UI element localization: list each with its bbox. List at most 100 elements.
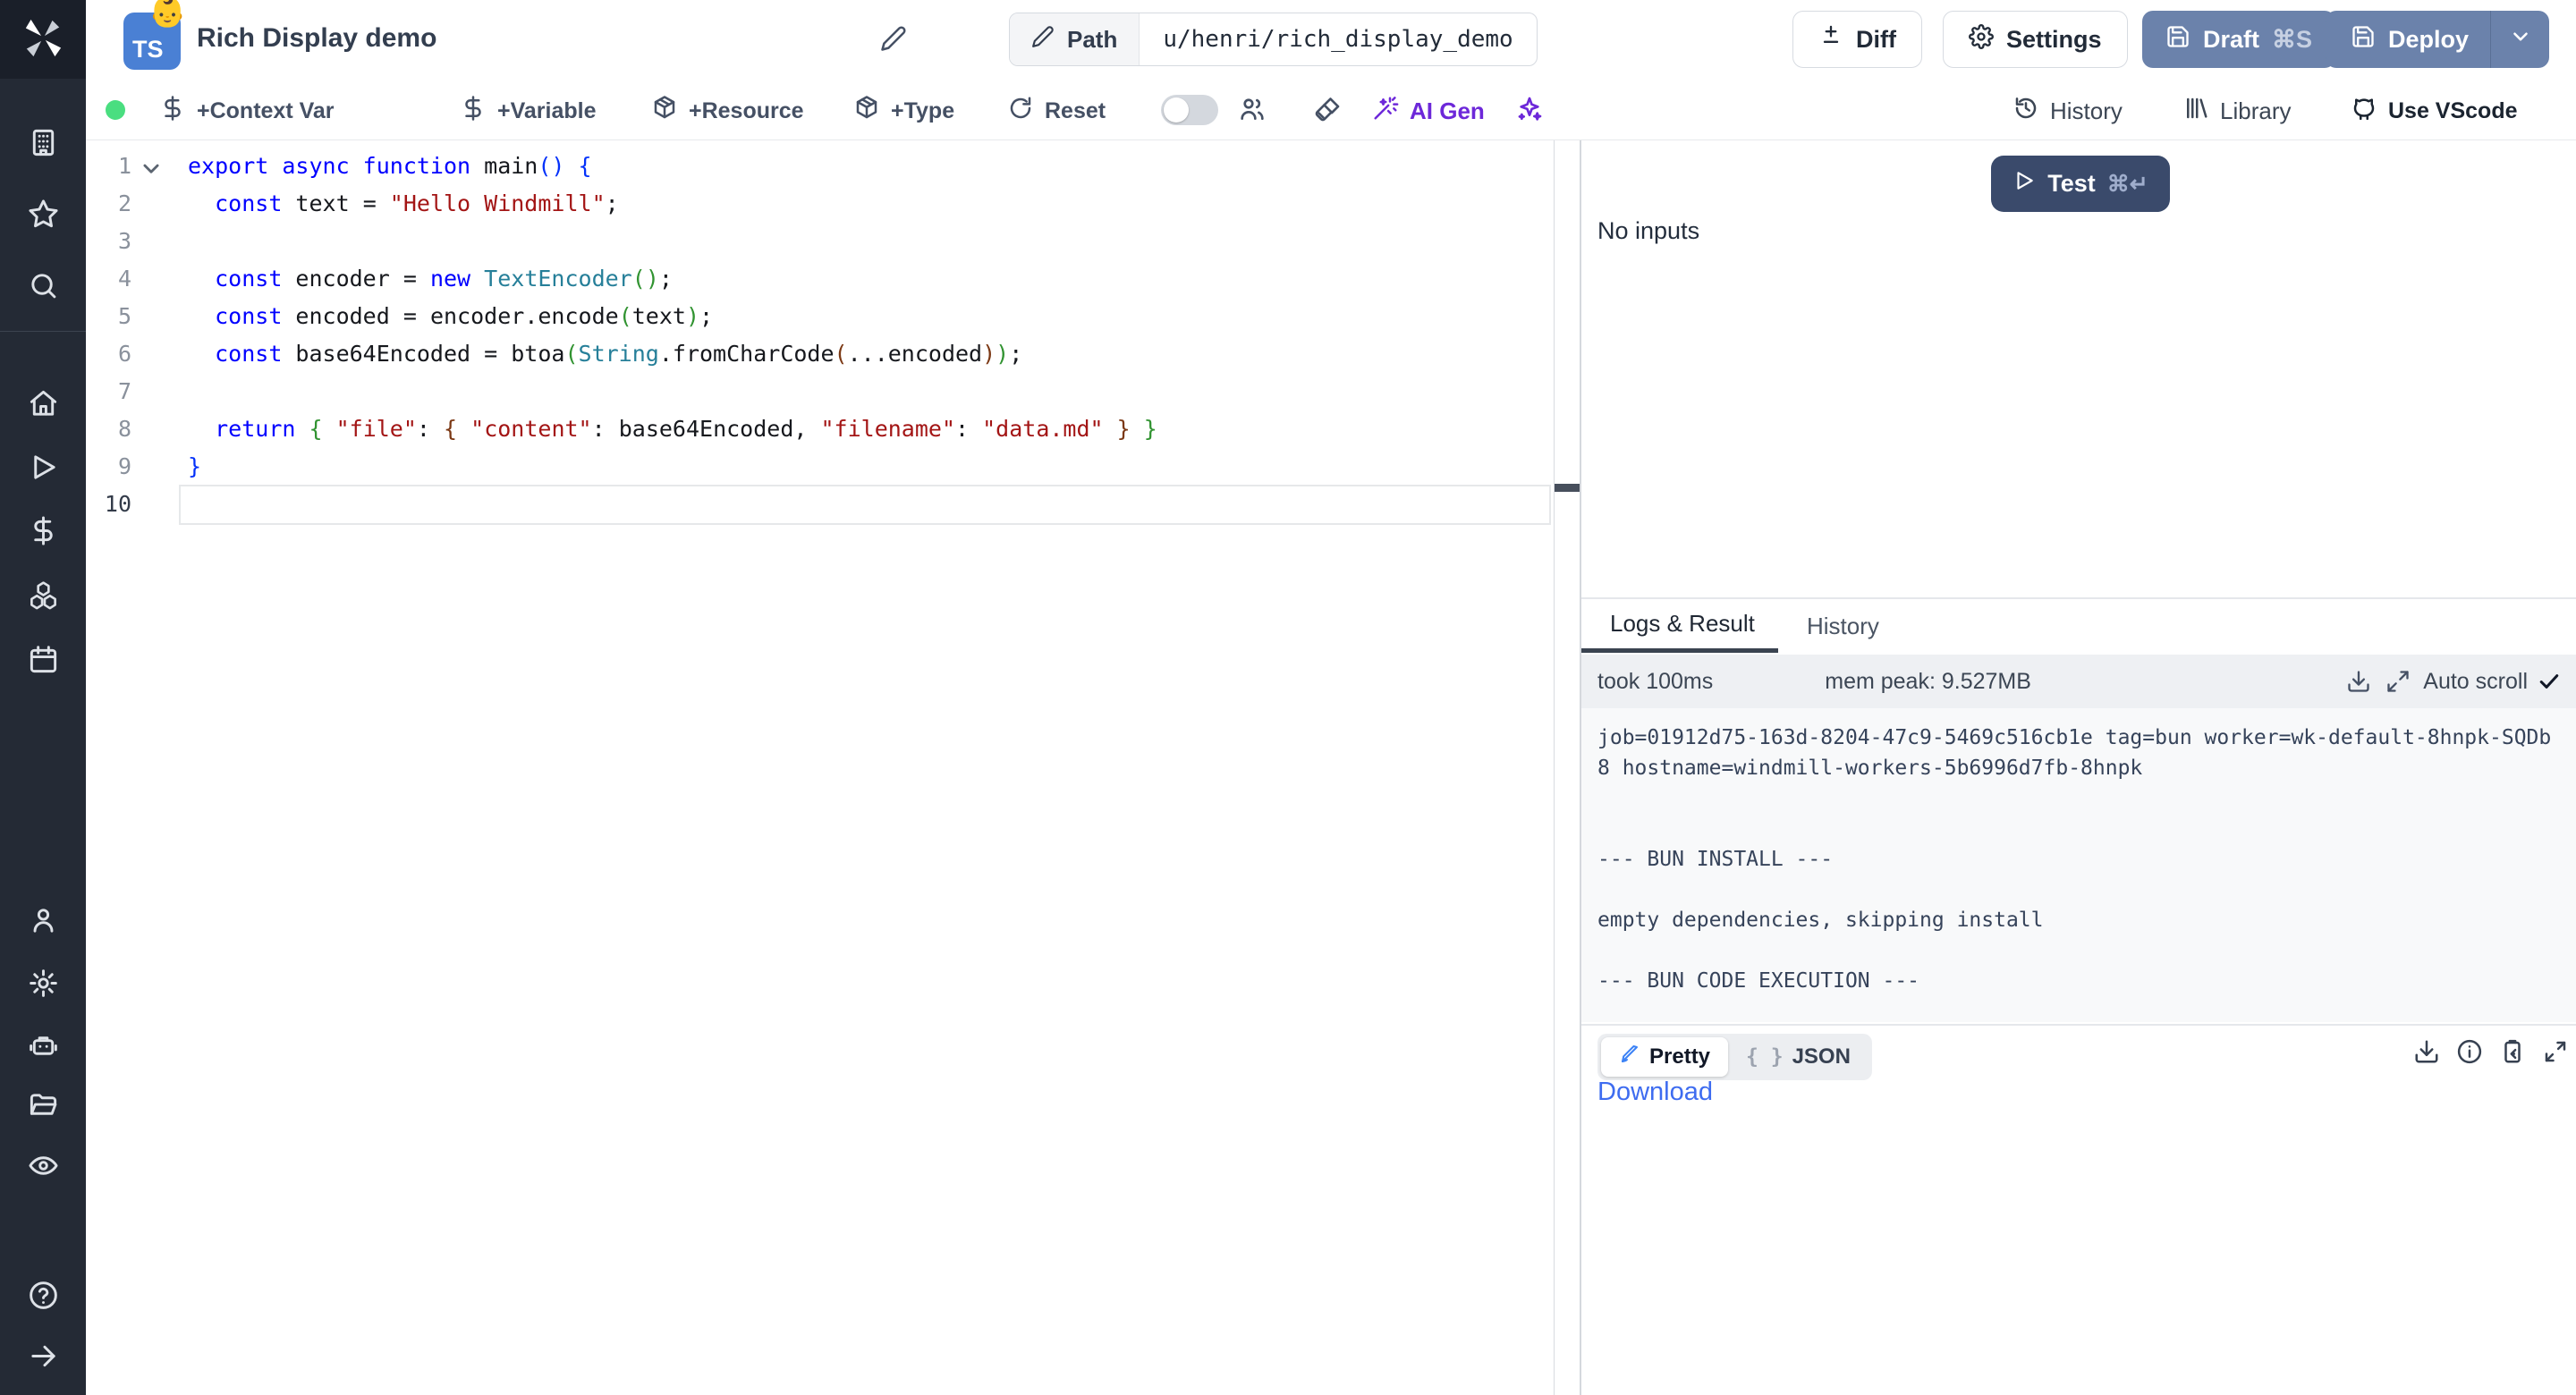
diff-mode-toggle[interactable]	[1161, 95, 1218, 125]
save-icon	[2165, 24, 2190, 55]
ai-gen-button[interactable]: AI Gen	[1372, 95, 1485, 128]
sidebar-item-expand[interactable]	[0, 1333, 86, 1383]
library-label: Library	[2220, 97, 2291, 125]
json-tab[interactable]: { } JSON	[1728, 1037, 1868, 1077]
download-result-button[interactable]	[2413, 1038, 2440, 1065]
result-section: Pretty { } JSON Download	[1581, 1024, 2576, 1395]
path-button[interactable]: Path u/henri/rich_display_demo	[1009, 13, 1538, 66]
pencil-icon	[880, 25, 907, 56]
sidebar-item-workspace[interactable]	[0, 120, 86, 170]
robot-icon	[28, 1030, 59, 1066]
check-icon[interactable]	[2537, 669, 2562, 694]
sidebar-item-variables[interactable]	[0, 508, 86, 558]
ai-gen-label: AI Gen	[1410, 97, 1485, 125]
line-number: 2	[86, 185, 131, 223]
ai-sparkles-button[interactable]	[1515, 95, 1544, 128]
edit-summary-button[interactable]	[880, 25, 907, 56]
pinwheel-icon	[22, 17, 64, 63]
auto-scroll-label[interactable]: Auto scroll	[2423, 669, 2528, 695]
context-var-label: +Context Var	[197, 98, 335, 124]
json-label: JSON	[1792, 1044, 1851, 1070]
format-button[interactable]	[1313, 95, 1342, 128]
sidebar-item-search[interactable]	[0, 263, 86, 313]
path-value[interactable]: u/henri/rich_display_demo	[1140, 13, 1536, 65]
log-line	[1597, 875, 2558, 905]
multiplayer-button[interactable]	[1238, 95, 1267, 128]
sidebar-item-runs[interactable]	[0, 444, 86, 495]
chevron-down-icon	[2509, 25, 2532, 55]
add-type-button[interactable]: +Type	[853, 95, 954, 128]
code-line: export async function main() {	[188, 148, 592, 185]
run-panel: Test ⌘↵ No inputs Logs & Result History …	[1581, 140, 2576, 1395]
user-icon	[28, 905, 59, 941]
pretty-label: Pretty	[1649, 1044, 1710, 1070]
reset-button[interactable]: Reset	[1007, 95, 1106, 128]
path-label-segment[interactable]: Path	[1010, 13, 1140, 65]
code-line: const text = "Hello Windmill";	[188, 185, 619, 223]
add-resource-button[interactable]: +Resource	[651, 95, 804, 128]
copy-result-button[interactable]	[2499, 1038, 2526, 1065]
line-number: 7	[86, 373, 131, 410]
tab-logs-result-label: Logs & Result	[1610, 610, 1755, 638]
save-icon	[2351, 24, 2376, 55]
result-view-switch: Pretty { } JSON	[1597, 1034, 1872, 1080]
reset-icon	[1007, 95, 1034, 128]
sidebar-item-settings[interactable]	[0, 960, 86, 1010]
log-line	[1597, 783, 2558, 814]
line-number: 1	[86, 148, 131, 185]
tab-logs-result[interactable]: Logs & Result	[1581, 599, 1778, 653]
sidebar-item-favorites[interactable]	[0, 191, 86, 241]
windmill-script-editor: TS 👶 Rich Display demo Path u/henri/rich…	[0, 0, 2576, 1395]
dollar-icon	[28, 515, 59, 551]
star-icon	[28, 199, 59, 234]
test-label: Test	[2047, 170, 2096, 198]
sidebar-item-home[interactable]	[0, 381, 86, 431]
sidebar-item-help[interactable]	[0, 1272, 86, 1323]
code-line: const encoded = encoder.encode(text);	[188, 298, 713, 335]
diff-button[interactable]: Diff	[1792, 11, 1922, 68]
deploy-menu-button[interactable]	[2490, 11, 2549, 68]
info-icon[interactable]	[2456, 1038, 2483, 1065]
add-variable-button[interactable]: +Variable	[460, 95, 597, 128]
code-editor[interactable]: 12345678910 export async function main()…	[86, 140, 1581, 1395]
download-file-link[interactable]: Download	[1597, 1078, 1713, 1107]
package-icon	[651, 95, 678, 128]
sidebar-item-users[interactable]	[0, 898, 86, 948]
paintbrush-icon	[1313, 95, 1342, 128]
expand-result-button[interactable]	[2542, 1038, 2569, 1065]
cubes-icon	[28, 579, 59, 615]
sidebar-item-schedules[interactable]	[0, 637, 86, 687]
download-logs-button[interactable]	[2346, 669, 2371, 694]
deploy-main[interactable]: Deploy	[2326, 11, 2490, 68]
diff-icon	[1818, 24, 1843, 55]
gear-icon	[28, 968, 59, 1003]
tab-history[interactable]: History	[1807, 599, 1879, 653]
pen-icon	[1619, 1044, 1640, 1071]
building-icon	[28, 127, 59, 163]
windmill-logo[interactable]	[0, 0, 86, 79]
draft-button[interactable]: Draft ⌘S	[2142, 11, 2335, 68]
sidebar-item-folders[interactable]	[0, 1083, 86, 1133]
test-button[interactable]: Test ⌘↵	[1991, 156, 2170, 212]
history-button[interactable]: History	[2012, 95, 2123, 128]
sidebar-item-audit-logs[interactable]	[0, 1143, 86, 1193]
use-vscode-button[interactable]: Use VScode	[2351, 95, 2518, 128]
logs-output: job=01912d75-163d-8204-47c9-5469c516cb1e…	[1581, 708, 2576, 1022]
expand-logs-button[interactable]	[2385, 669, 2411, 694]
settings-button[interactable]: Settings	[1943, 11, 2128, 68]
log-line: --- BUN INSTALL ---	[1597, 844, 2558, 875]
deploy-button[interactable]: Deploy	[2326, 11, 2549, 68]
library-button[interactable]: Library	[2182, 95, 2291, 128]
settings-label: Settings	[2006, 26, 2102, 54]
no-inputs-text: No inputs	[1597, 217, 1699, 245]
fold-chevron-icon[interactable]	[136, 153, 166, 183]
reset-label: Reset	[1045, 98, 1106, 124]
sidebar-item-resources[interactable]	[0, 572, 86, 622]
sidebar-item-workers[interactable]	[0, 1023, 86, 1073]
add-context-var-button[interactable]: +Context Var	[159, 95, 335, 128]
play-icon	[28, 452, 59, 487]
pretty-tab[interactable]: Pretty	[1601, 1037, 1728, 1077]
dollar-icon	[460, 95, 487, 128]
overview-ruler[interactable]	[1554, 140, 1555, 1395]
status-dot	[106, 100, 125, 120]
